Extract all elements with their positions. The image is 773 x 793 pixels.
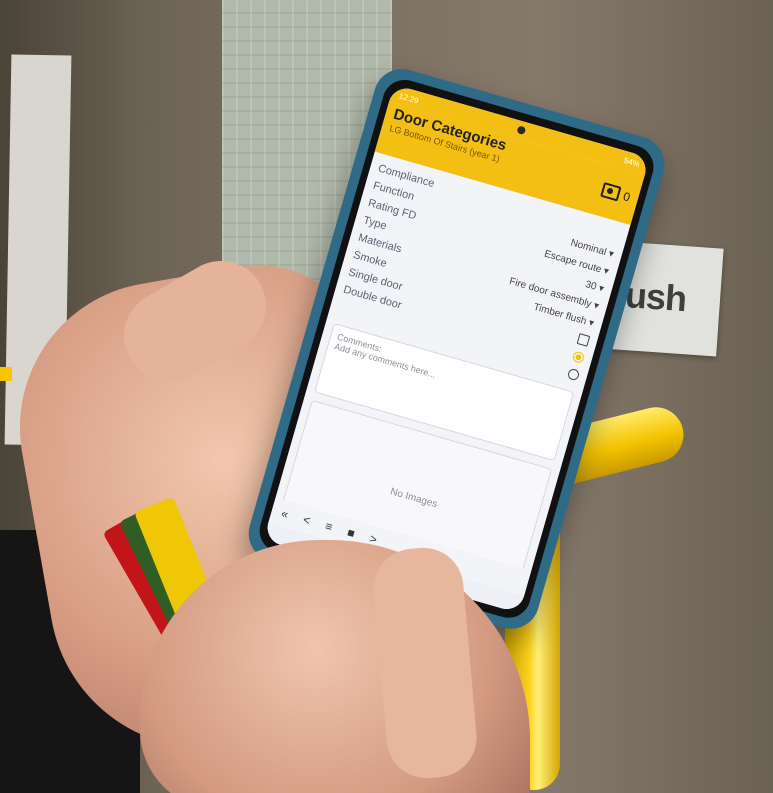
single-door-checkbox[interactable] xyxy=(576,332,591,347)
option-radio[interactable] xyxy=(566,367,581,381)
first-button[interactable]: « xyxy=(280,506,290,521)
no-images-text: No Images xyxy=(389,485,439,510)
front-camera-icon xyxy=(516,125,527,136)
stop-button[interactable]: ■ xyxy=(346,525,357,540)
yellow-corner-mark-top xyxy=(0,367,12,381)
photo-scene: Push 12:29 54% Door Categories LG Bottom… xyxy=(0,0,773,793)
double-door-radio-selected[interactable] xyxy=(571,349,586,364)
list-button[interactable]: ≡ xyxy=(324,519,335,534)
photo-count: 0 xyxy=(621,188,632,204)
type-dropdown[interactable]: 30 ▾ xyxy=(584,279,605,295)
previous-button[interactable]: < xyxy=(301,512,312,527)
battery-level: 54% xyxy=(622,155,641,169)
status-time: 12:29 xyxy=(398,90,420,106)
